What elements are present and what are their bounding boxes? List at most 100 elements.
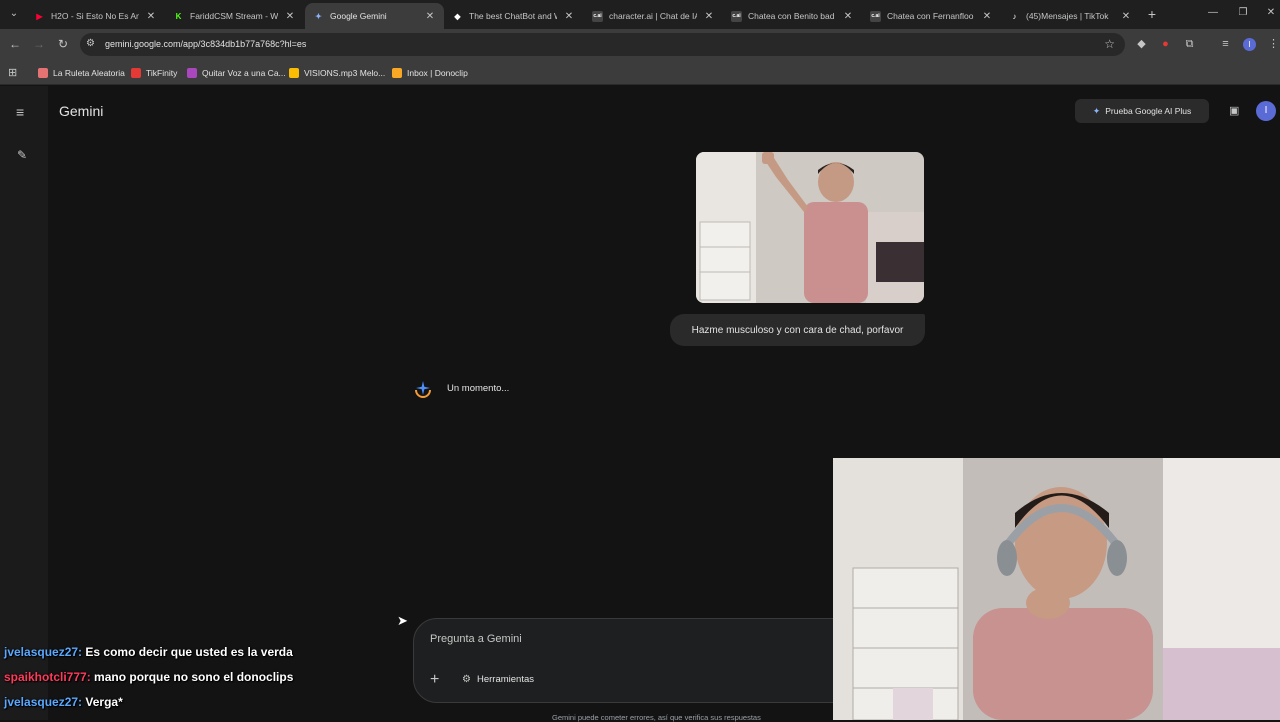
tools-label: Herramientas: [476, 674, 534, 685]
webcam-overlay: [833, 458, 1280, 720]
bookmarks-bar: ⊞ La Ruleta Aleatoria TikFinity Quitar Voz…: [0, 60, 1280, 85]
bookmark-item[interactable]: Inbox | Donoclip: [392, 65, 468, 80]
bookmark-label: Inbox | Donoclip: [407, 67, 468, 78]
url-text[interactable]: gemini.google.com/app/3c834db1b77a768c?h…: [105, 39, 306, 49]
tab-close-icon[interactable]: ✕: [1120, 11, 1132, 22]
browser-tab[interactable]: ♪ (45)Mensajes | TikTok ✕: [1001, 3, 1140, 29]
side-rail: ≡ ✎: [0, 86, 48, 720]
hamburger-menu-icon[interactable]: ≡: [16, 104, 24, 120]
loading-indicator: Un momento...: [413, 378, 509, 398]
bookmark-favicon-icon: [187, 67, 197, 78]
tab-close-icon[interactable]: ✕: [842, 11, 854, 22]
tab-title: Google Gemini: [330, 11, 387, 21]
extensions-puzzle-icon[interactable]: ⧉: [1183, 38, 1196, 51]
address-bar[interactable]: ⚙ gemini.google.com/app/3c834db1b77a768c…: [80, 33, 1125, 56]
bookmark-label: TikFinity: [146, 67, 178, 78]
tab-title: character.ai | Chat de IA realista: [609, 11, 697, 21]
tab-close-icon[interactable]: ✕: [563, 11, 575, 22]
browser-menu-icon[interactable]: ⋮: [1267, 38, 1280, 51]
tab-title: (45)Mensajes | TikTok: [1026, 11, 1109, 21]
tab-close-icon[interactable]: ✕: [284, 11, 296, 22]
chat-message: jvelasquez27: Es como decir que usted es…: [4, 645, 404, 670]
reading-list-icon[interactable]: ≡: [1219, 38, 1232, 51]
disclaimer-text: Gemini puede cometer errores, así que ve…: [552, 713, 761, 722]
bookmark-star-icon[interactable]: ☆: [1104, 37, 1115, 51]
gemini-spinner-icon: [413, 378, 433, 398]
browser-tab[interactable]: c.ai Chatea con Benito bad bunny ✕: [723, 3, 862, 29]
site-info-icon[interactable]: ⚙: [86, 38, 95, 49]
tab-title: FariddCSM Stream - Watch: [190, 11, 278, 21]
tab-search-icon[interactable]: ⌄: [6, 6, 22, 22]
sliders-icon: ⚙: [462, 674, 471, 685]
reload-icon[interactable]: ↻: [56, 37, 70, 51]
bookmark-item[interactable]: TikFinity: [131, 65, 177, 80]
close-window-icon[interactable]: ✕: [1264, 7, 1278, 18]
bookmark-item[interactable]: VISIONS.mp3 Melo...: [289, 65, 385, 80]
chat-text: mano porque no sono el donoclips: [94, 670, 294, 684]
mouse-cursor-icon: ➤: [397, 613, 408, 628]
bookmark-favicon-icon: [131, 67, 141, 78]
upgrade-label: Prueba Google AI Plus: [1105, 106, 1192, 116]
sparkle-icon: ✦: [1092, 105, 1101, 116]
chat-username: jvelasquez27:: [4, 645, 83, 659]
browser-tab[interactable]: ◆ The best ChatBot and Writing ✕: [444, 3, 583, 29]
forward-arrow-icon[interactable]: →: [32, 37, 46, 51]
tab-favicon-icon: ◆: [454, 11, 461, 21]
chat-username: spaikhotcli777:: [4, 670, 91, 684]
tab-close-icon[interactable]: ✕: [145, 11, 157, 22]
tab-close-icon[interactable]: ✕: [981, 11, 993, 22]
chat-message: spaikhotcli777: mano porque no sono el d…: [4, 670, 404, 695]
extension-diamond-icon[interactable]: ◆: [1135, 38, 1148, 51]
bookmark-favicon-icon: [392, 67, 402, 78]
chat-text: Es como decir que usted es la verda: [85, 645, 293, 659]
bookmark-label: Quitar Voz a una Ca...: [202, 67, 286, 78]
browser-tab[interactable]: c.ai Chatea con Fernanfloo | c ✕: [862, 3, 1001, 29]
chat-message: jvelasquez27: Verga*: [4, 695, 404, 720]
gift-icon[interactable]: ▣: [1229, 104, 1239, 117]
back-arrow-icon[interactable]: ←: [8, 37, 22, 51]
browser-tab[interactable]: c.ai character.ai | Chat de IA realista ✕: [584, 3, 723, 29]
chat-text: Verga*: [85, 695, 123, 709]
tools-button[interactable]: ⚙ Herramientas: [462, 674, 534, 685]
new-tab-button[interactable]: +: [1144, 6, 1160, 22]
prompt-composer[interactable]: Pregunta a Gemini + ⚙ Herramientas: [413, 618, 873, 703]
user-avatar[interactable]: I: [1256, 101, 1276, 121]
add-attachment-icon[interactable]: +: [430, 671, 439, 689]
tab-favicon-icon: K: [175, 11, 182, 21]
tab-title: H2O - Si Esto No Es Amor: [51, 11, 139, 21]
stream-chat-overlay: jvelasquez27: Es como decir que usted es…: [4, 645, 404, 720]
bookmark-label: La Ruleta Aleatoria: [53, 67, 125, 78]
tab-title: Chatea con Fernanfloo | c: [887, 11, 975, 21]
browser-toolbar: ← → ↻ ⚙ gemini.google.com/app/3c834db1b7…: [0, 29, 1280, 60]
tab-favicon-icon: ✦: [315, 11, 322, 21]
apps-grid-icon[interactable]: ⊞: [8, 66, 17, 79]
extension-record-icon[interactable]: ●: [1159, 38, 1172, 51]
user-prompt-bubble: Hazme musculoso y con cara de chad, porf…: [670, 314, 925, 346]
bookmark-item[interactable]: Quitar Voz a una Ca...: [187, 65, 286, 80]
tab-close-icon[interactable]: ✕: [703, 11, 715, 22]
loading-text: Un momento...: [447, 382, 510, 394]
bookmark-label: VISIONS.mp3 Melo...: [304, 67, 386, 78]
browser-tab[interactable]: ✦ Google Gemini ✕: [305, 3, 444, 29]
minimize-icon[interactable]: —: [1206, 7, 1220, 18]
browser-tab-strip: ⌄ ▶ H2O - Si Esto No Es Amor ✕ K FariddCSM S…: [0, 0, 1280, 29]
tab-favicon-icon: ♪: [1012, 11, 1017, 21]
tab-favicon-icon: c.ai: [731, 10, 742, 22]
tab-title: The best ChatBot and Writing: [469, 11, 557, 21]
tab-title: Chatea con Benito bad bunny: [748, 11, 836, 21]
app-brand[interactable]: Gemini: [59, 103, 103, 119]
restore-icon[interactable]: ❐: [1236, 7, 1250, 18]
browser-tab[interactable]: ▶ H2O - Si Esto No Es Amor ✕: [26, 3, 165, 29]
uploaded-photo[interactable]: [696, 152, 924, 303]
upgrade-button[interactable]: ✦ Prueba Google AI Plus: [1075, 99, 1209, 123]
profile-avatar-icon[interactable]: I: [1243, 38, 1256, 51]
chat-username: jvelasquez27:: [4, 695, 83, 709]
tab-favicon-icon: c.ai: [870, 10, 881, 22]
bookmark-item[interactable]: La Ruleta Aleatoria: [38, 65, 125, 80]
new-chat-edit-icon[interactable]: ✎: [17, 148, 27, 162]
browser-tab[interactable]: K FariddCSM Stream - Watch ✕: [165, 3, 304, 29]
prompt-input[interactable]: Pregunta a Gemini: [430, 633, 522, 645]
tab-close-icon[interactable]: ✕: [424, 11, 436, 22]
tab-favicon-icon: ▶: [36, 11, 43, 21]
bookmark-favicon-icon: [289, 67, 299, 78]
